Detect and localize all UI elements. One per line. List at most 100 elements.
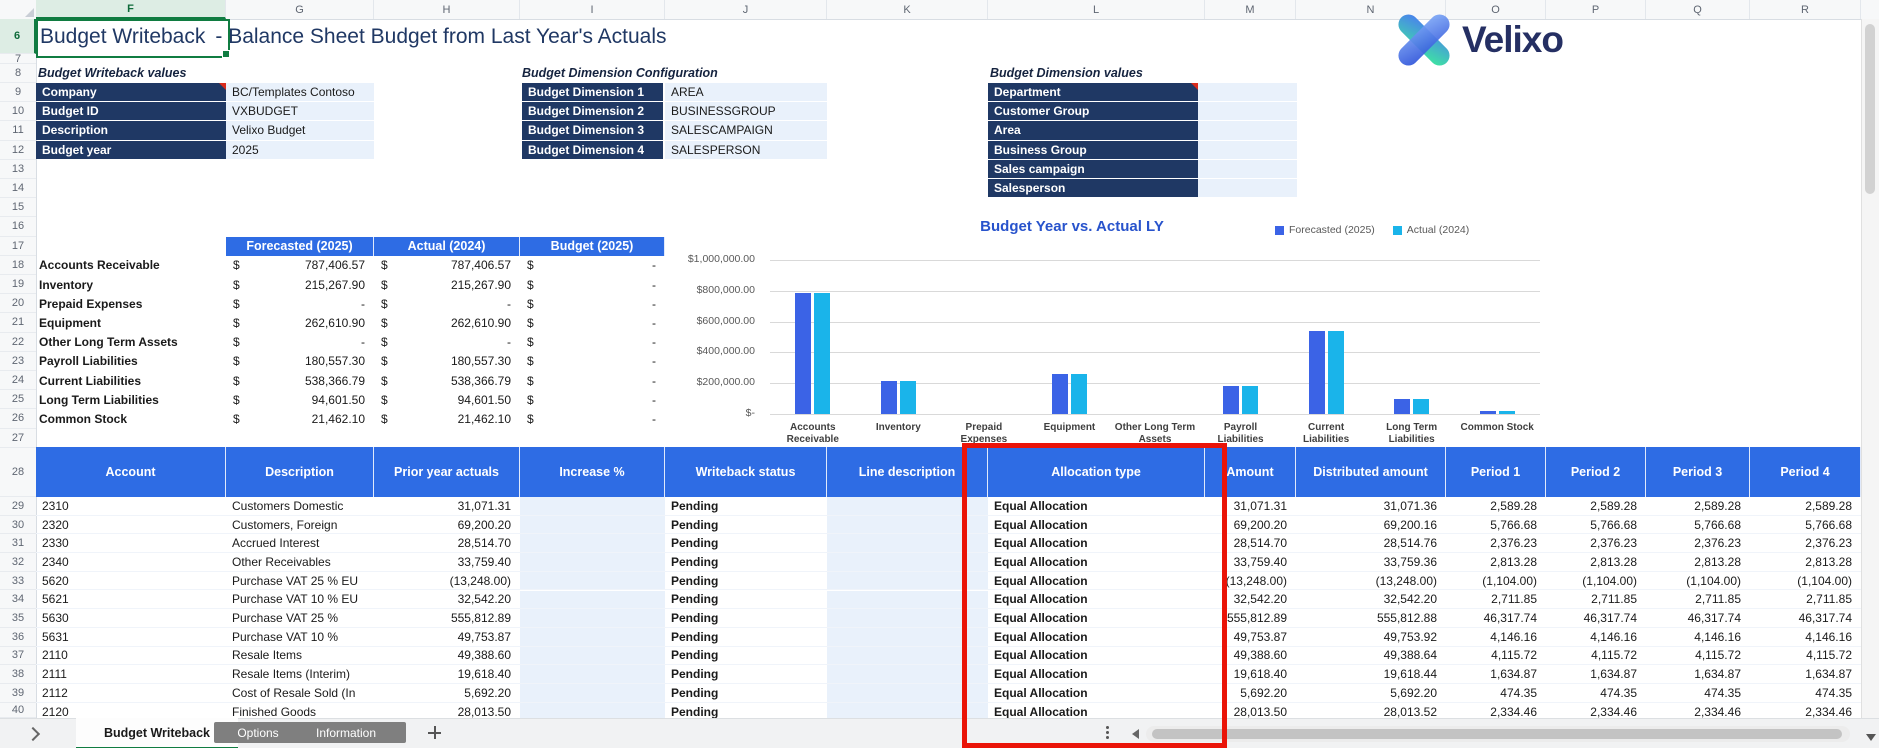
dimension-value-field-value[interactable] — [1198, 159, 1297, 178]
row-header-15[interactable]: 15 — [0, 198, 36, 218]
table-cell[interactable]: (1,104.00) — [1546, 572, 1646, 591]
table-cell[interactable]: Equal Allocation — [988, 628, 1205, 647]
table-cell[interactable]: 4,146.16 — [1446, 628, 1546, 647]
table-cell[interactable]: 555,812.88 — [1296, 609, 1446, 628]
table-cell[interactable]: Pending — [665, 553, 827, 572]
table-cell[interactable]: 2,589.28 — [1446, 497, 1546, 516]
table-cell[interactable] — [520, 627, 665, 647]
table-cell[interactable] — [520, 609, 665, 628]
table-cell[interactable] — [827, 646, 988, 666]
row-header-23[interactable]: 23 — [0, 352, 36, 371]
table-cell[interactable]: 2,711.85 — [1446, 591, 1546, 610]
column-header-M[interactable]: M — [1205, 0, 1296, 19]
table-cell[interactable]: 4,146.16 — [1750, 628, 1861, 647]
table-cell[interactable]: Equal Allocation — [988, 534, 1205, 554]
row-header-37[interactable]: 37 — [0, 647, 36, 666]
table-cell[interactable]: Equal Allocation — [988, 497, 1205, 516]
summary-value-cell[interactable]: $ - — [520, 333, 665, 352]
table-cell[interactable]: 2310 — [36, 497, 226, 516]
summary-value-cell[interactable]: $21,462.10 — [374, 409, 520, 428]
row-header-40[interactable]: 40 — [0, 703, 36, 718]
table-cell[interactable]: Purchase VAT 10 % — [226, 628, 374, 647]
table-cell[interactable]: 46,317.74 — [1750, 609, 1861, 628]
row-header-10[interactable]: 10 — [0, 102, 36, 122]
table-cell[interactable]: (13,248.00) — [1205, 572, 1296, 591]
table-cell[interactable]: 49,388.64 — [1296, 647, 1446, 666]
table-cell[interactable] — [827, 571, 988, 591]
table-cell[interactable]: Customers Domestic — [226, 497, 374, 516]
column-header-F[interactable]: F — [36, 0, 226, 19]
table-cell[interactable] — [827, 627, 988, 647]
table-cell[interactable]: 5,692.20 — [1296, 684, 1446, 703]
table-cell[interactable]: (1,104.00) — [1646, 572, 1750, 591]
table-cell[interactable]: 5,766.68 — [1646, 516, 1750, 535]
table-cell[interactable] — [520, 515, 665, 535]
row-header-24[interactable]: 24 — [0, 371, 36, 391]
table-cell[interactable] — [827, 534, 988, 554]
dimension-config-field-value[interactable]: SALESPERSON — [665, 140, 827, 159]
table-column-header[interactable]: Amount — [1205, 447, 1296, 497]
summary-value-cell[interactable]: $180,557.30 — [226, 352, 374, 371]
table-cell[interactable]: 2,589.28 — [1750, 497, 1861, 516]
table-cell[interactable]: 2111 — [36, 665, 226, 684]
table-cell[interactable]: Equal Allocation — [988, 684, 1205, 703]
table-cell[interactable]: 1,634.87 — [1446, 665, 1546, 684]
row-header-39[interactable]: 39 — [0, 684, 36, 703]
table-cell[interactable]: 2,376.23 — [1646, 534, 1750, 554]
table-cell[interactable]: 4,146.16 — [1646, 628, 1750, 647]
table-cell[interactable]: Purchase VAT 25 % — [226, 609, 374, 628]
row-header-20[interactable]: 20 — [0, 294, 36, 314]
table-cell[interactable]: 4,115.72 — [1646, 647, 1750, 666]
table-cell[interactable]: Pending — [665, 572, 827, 591]
table-cell[interactable] — [520, 665, 665, 684]
summary-value-cell[interactable]: $ - — [226, 333, 374, 352]
table-cell[interactable] — [520, 646, 665, 666]
table-cell[interactable]: Pending — [665, 516, 827, 535]
table-cell[interactable]: 33,759.36 — [1296, 553, 1446, 572]
table-cell[interactable]: 28,514.70 — [1205, 534, 1296, 554]
table-cell[interactable]: Customers, Foreign — [226, 516, 374, 535]
summary-value-cell[interactable]: $ - — [520, 256, 665, 275]
active-cell-selection[interactable] — [36, 19, 230, 58]
table-cell[interactable]: Pending — [665, 591, 827, 610]
table-cell[interactable]: 32,542.20 — [1296, 591, 1446, 610]
scrollbar-resize-handle-icon[interactable] — [1106, 726, 1110, 739]
table-cell[interactable]: 2,589.28 — [1646, 497, 1750, 516]
table-cell[interactable]: 5,766.68 — [1750, 516, 1861, 535]
table-cell[interactable]: 32,542.20 — [1205, 591, 1296, 610]
summary-value-cell[interactable]: $ - — [520, 352, 665, 371]
column-header-H[interactable]: H — [374, 0, 520, 19]
table-cell[interactable]: 69,200.20 — [374, 516, 520, 535]
table-cell[interactable]: 4,115.72 — [1750, 647, 1861, 666]
writeback-field-value[interactable]: BC/Templates Contoso — [226, 83, 374, 102]
writeback-field-value[interactable]: 2025 — [226, 140, 374, 159]
summary-value-cell[interactable]: $262,610.90 — [226, 313, 374, 332]
table-cell[interactable]: 33,759.40 — [1205, 553, 1296, 572]
table-cell[interactable]: Equal Allocation — [988, 665, 1205, 684]
row-header-25[interactable]: 25 — [0, 390, 36, 410]
table-cell[interactable]: 5621 — [36, 591, 226, 610]
table-cell[interactable]: 5630 — [36, 609, 226, 628]
table-cell[interactable]: Resale Items (Interim) — [226, 665, 374, 684]
scroll-left-arrow-icon[interactable] — [1132, 729, 1139, 739]
table-cell[interactable]: 1,634.87 — [1546, 665, 1646, 684]
table-cell[interactable]: 49,388.60 — [374, 647, 520, 666]
table-cell[interactable] — [520, 571, 665, 591]
table-cell[interactable]: Purchase VAT 25 % EU — [226, 572, 374, 591]
table-cell[interactable]: 5,766.68 — [1446, 516, 1546, 535]
table-cell[interactable]: 474.35 — [1446, 684, 1546, 703]
row-header-19[interactable]: 19 — [0, 275, 36, 295]
table-cell[interactable]: 5,766.68 — [1546, 516, 1646, 535]
table-column-header[interactable]: Period 4 — [1750, 447, 1861, 497]
dimension-config-field-value[interactable]: AREA — [665, 83, 827, 102]
table-cell[interactable] — [827, 609, 988, 628]
row-header-28[interactable]: 28 — [0, 447, 36, 497]
row-header-33[interactable]: 33 — [0, 572, 36, 591]
table-cell[interactable]: 49,753.92 — [1296, 628, 1446, 647]
table-column-header[interactable]: Line description — [827, 447, 988, 497]
row-header-16[interactable]: 16 — [0, 217, 36, 237]
column-header-L[interactable]: L — [988, 0, 1205, 19]
column-header-R[interactable]: R — [1750, 0, 1861, 19]
table-column-header[interactable]: Increase % — [520, 447, 665, 497]
row-header-21[interactable]: 21 — [0, 313, 36, 333]
